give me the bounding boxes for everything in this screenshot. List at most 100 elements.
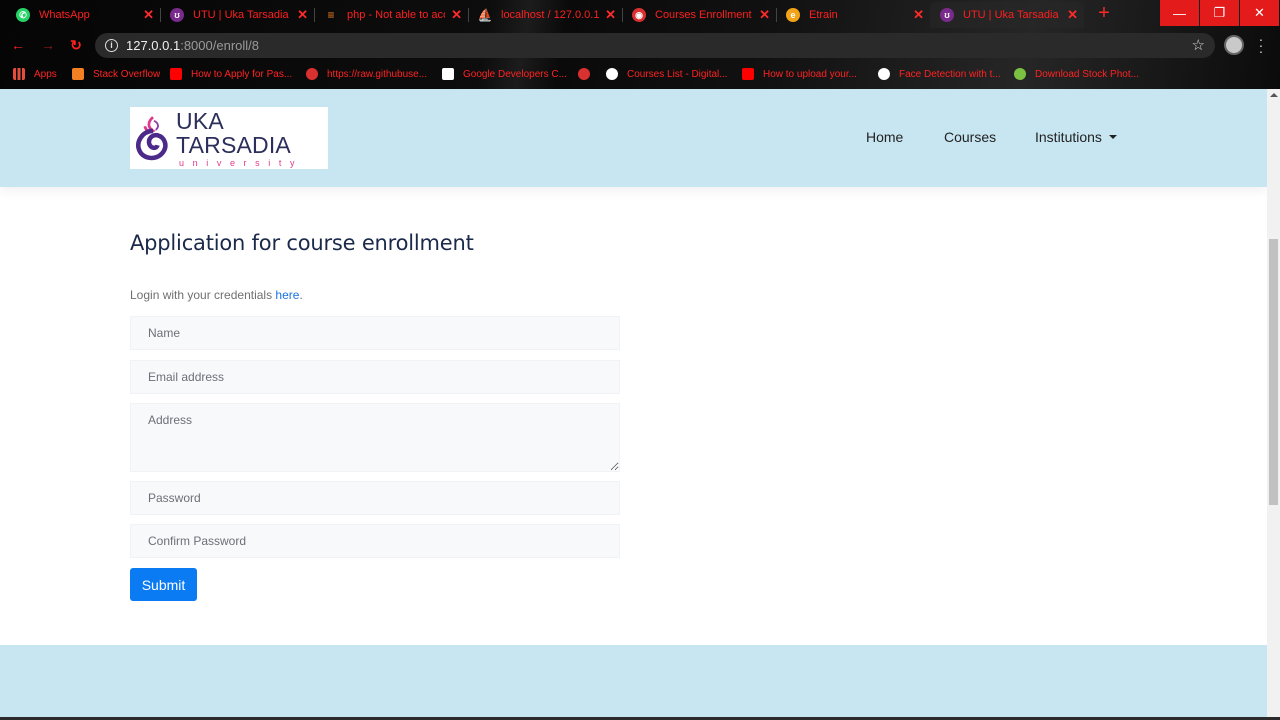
confirm-password-input[interactable]	[130, 524, 620, 558]
bookmark-label: https://raw.githubuse...	[327, 68, 428, 80]
utu-logo-icon: ʊ	[940, 8, 954, 22]
submit-button[interactable]: Submit	[130, 568, 197, 601]
page-scrollbar[interactable]	[1267, 89, 1280, 720]
tab-title: UTU | Uka Tarsadia Uni	[963, 9, 1061, 21]
youtube-icon	[742, 68, 754, 80]
reload-icon[interactable]: ↻	[68, 37, 84, 53]
bookmark-youtube-2[interactable]: How to upload your...	[742, 66, 857, 82]
phpmyadmin-icon: ⛵	[477, 8, 493, 22]
close-window-icon[interactable]: ✕	[1240, 0, 1279, 26]
tab-utu-active[interactable]: ʊ UTU | Uka Tarsadia Uni ✕	[930, 2, 1084, 28]
url-path: :8000/enroll/8	[180, 38, 259, 53]
close-icon[interactable]: ✕	[1067, 7, 1078, 23]
address-bar[interactable]: i 127.0.0.1:8000/enroll/8 ☆	[95, 33, 1215, 58]
close-icon[interactable]: ✕	[605, 7, 616, 23]
minimize-icon[interactable]: —	[1160, 0, 1199, 26]
login-hint-text: Login with your credentials	[130, 288, 276, 302]
site-logo[interactable]: UKA TARSADIA university	[130, 107, 328, 169]
logo-subtitle: university	[179, 157, 304, 168]
site-footer	[0, 645, 1267, 720]
scrollbar-thumb[interactable]	[1269, 239, 1278, 505]
site-header: UKA TARSADIA university Home Courses Ins…	[0, 89, 1267, 187]
google-icon	[606, 68, 618, 80]
bookmark-face-detection[interactable]: Face Detection with t...	[878, 66, 1001, 82]
email-input[interactable]	[130, 360, 620, 394]
tab-whatsapp[interactable]: ✆ WhatsApp ✕	[6, 2, 160, 28]
tab-stackoverflow[interactable]: ≡ php - Not able to acc ✕	[314, 2, 468, 28]
bookmark-label: Stack Overflow	[93, 68, 161, 80]
close-icon[interactable]: ✕	[913, 7, 924, 23]
tab-title: Courses Enrollment	[655, 9, 752, 21]
bookmark-label: How to Apply for Pas...	[191, 68, 293, 80]
page-title: Application for course enrollment	[130, 231, 474, 255]
globe-icon: ◉	[632, 8, 646, 22]
login-link[interactable]: here	[275, 288, 299, 302]
bookmark-label: Google Developers C...	[463, 68, 567, 80]
close-icon[interactable]: ✕	[297, 7, 308, 23]
bookmark-youtube-1[interactable]: How to Apply for Pas...	[170, 66, 292, 82]
tab-title: WhatsApp	[39, 9, 90, 21]
bookmark-apps[interactable]: Apps	[13, 66, 57, 82]
nav-institutions-dropdown[interactable]: Institutions	[1035, 129, 1117, 145]
close-icon[interactable]: ✕	[759, 7, 770, 23]
toolbar: ← → ↻ i 127.0.0.1:8000/enroll/8 ☆ · · ·	[0, 31, 1280, 59]
bookmark-label: Courses List - Digital...	[627, 68, 728, 80]
forward-arrow-icon[interactable]: →	[40, 37, 56, 53]
bookmark-star-icon[interactable]: ☆	[1192, 36, 1205, 54]
bookmark-globe[interactable]	[578, 66, 599, 82]
bookmark-label: Face Detection with t...	[899, 68, 1001, 80]
tab-title: UTU | Uka Tarsadia Uni	[193, 9, 291, 21]
stackoverflow-icon: ≡	[327, 8, 335, 22]
profile-avatar[interactable]	[1224, 35, 1244, 55]
password-input[interactable]	[130, 481, 620, 515]
bookmark-label: Apps	[34, 68, 57, 80]
back-arrow-icon[interactable]: ←	[10, 37, 26, 53]
face-detection-icon	[878, 68, 890, 80]
tab-courses-enrollment[interactable]: ◉ Courses Enrollment ✕	[622, 2, 776, 28]
tab-phpmyadmin[interactable]: ⛵ localhost / 127.0.0.1 / l ✕	[468, 2, 622, 28]
restore-icon[interactable]: ❐	[1200, 0, 1239, 26]
nav-institutions-label: Institutions	[1035, 129, 1102, 145]
bookmark-label: How to upload your...	[763, 68, 857, 80]
utu-logo-icon: ʊ	[170, 8, 184, 22]
etrain-icon: e	[786, 8, 800, 22]
name-input[interactable]	[130, 316, 620, 350]
whatsapp-icon: ✆	[16, 8, 30, 22]
url-text: 127.0.0.1:8000/enroll/8	[126, 38, 259, 53]
youtube-icon	[170, 68, 182, 80]
apps-grid-icon	[13, 68, 25, 80]
tab-title: Etrain	[809, 9, 838, 21]
menu-kebab-icon[interactable]: · · ·	[1258, 32, 1264, 58]
tab-utu[interactable]: ʊ UTU | Uka Tarsadia Uni ✕	[160, 2, 314, 28]
close-icon[interactable]: ✕	[143, 7, 154, 23]
tab-title: php - Not able to acc	[347, 9, 445, 21]
bookmark-github-raw[interactable]: https://raw.githubuse...	[306, 66, 427, 82]
login-hint: Login with your credentials here.	[130, 288, 303, 302]
nav-courses[interactable]: Courses	[944, 129, 996, 145]
nav-home[interactable]: Home	[866, 129, 903, 145]
bookmark-label: Download Stock Phot...	[1035, 68, 1139, 80]
info-icon[interactable]: i	[105, 39, 118, 52]
new-tab-icon[interactable]: +	[1094, 3, 1114, 24]
browser-chrome: ✆ WhatsApp ✕ ʊ UTU | Uka Tarsadia Uni ✕ …	[0, 0, 1280, 89]
globe-icon	[306, 68, 318, 80]
scroll-up-arrow-icon[interactable]	[1270, 93, 1278, 97]
tab-title: localhost / 127.0.0.1 / l	[501, 9, 599, 21]
globe-icon	[578, 68, 590, 80]
leaf-icon	[1014, 68, 1026, 80]
address-textarea[interactable]	[130, 403, 620, 472]
url-host: 127.0.0.1	[126, 38, 181, 53]
utu-logo-icon	[136, 116, 168, 161]
bookmarks-bar: Apps Stack Overflow How to Apply for Pas…	[0, 62, 1280, 86]
web-page: UKA TARSADIA university Home Courses Ins…	[0, 89, 1267, 720]
logo-text: UKA TARSADIA university	[176, 109, 328, 168]
tab-strip: ✆ WhatsApp ✕ ʊ UTU | Uka Tarsadia Uni ✕ …	[0, 0, 1280, 30]
close-icon[interactable]: ✕	[451, 7, 462, 23]
bookmark-stackoverflow[interactable]: Stack Overflow	[72, 66, 160, 82]
login-hint-period: .	[299, 288, 303, 302]
bookmark-google-developers[interactable]: Google Developers C...	[442, 66, 567, 82]
logo-name: UKA TARSADIA	[176, 107, 291, 158]
bookmark-courses-list[interactable]: Courses List - Digital...	[606, 66, 728, 82]
bookmark-stock-photos[interactable]: Download Stock Phot...	[1014, 66, 1139, 82]
tab-etrain[interactable]: e Etrain ✕	[776, 2, 930, 28]
